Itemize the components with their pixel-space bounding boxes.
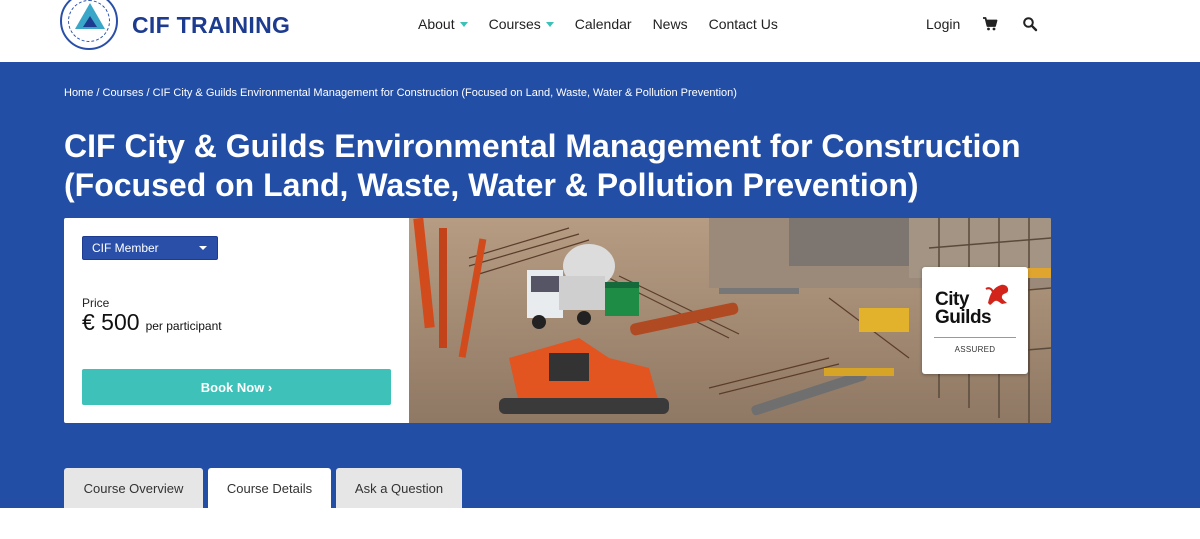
- page-title: CIF City & Guilds Environmental Manageme…: [64, 128, 1021, 203]
- breadcrumb-separator: /: [143, 87, 153, 99]
- nav-item-courses[interactable]: Courses: [489, 16, 554, 32]
- breadcrumb-separator: /: [93, 87, 103, 99]
- breadcrumb-courses[interactable]: Courses: [103, 87, 144, 99]
- logo-link[interactable]: CIF TRAINING: [60, 0, 290, 50]
- member-type-value: CIF Member: [92, 241, 159, 255]
- nav-label: Courses: [488, 16, 541, 32]
- course-image: City Guilds ASSURED: [409, 218, 1051, 423]
- header-utilities: Login: [926, 16, 1062, 32]
- login-link[interactable]: Login: [926, 16, 960, 32]
- tab-ask-a-question[interactable]: Ask a Question: [336, 468, 462, 508]
- chevron-down-icon: [545, 21, 554, 27]
- main-nav: About Courses Calendar News Contact Us: [418, 16, 799, 32]
- breadcrumb-current: CIF City & Guilds Environmental Manageme…: [152, 87, 737, 99]
- lion-icon: [985, 284, 1009, 305]
- member-type-select[interactable]: CIF Member: [82, 236, 218, 260]
- cif-logo-icon: [60, 0, 118, 50]
- nav-label: Calendar: [574, 16, 632, 32]
- course-card: CIF Member Price € 500 per participant B…: [64, 218, 1051, 423]
- nav-item-about[interactable]: About: [418, 16, 468, 32]
- nav-item-news[interactable]: News: [653, 16, 688, 32]
- price-value: € 500: [82, 309, 140, 335]
- nav-item-calendar[interactable]: Calendar: [575, 16, 632, 32]
- site-header: CIF TRAINING About Courses Calendar News…: [0, 0, 1200, 62]
- course-tabs: Course Overview Course Details Ask a Que…: [64, 468, 467, 508]
- badge-line-guilds: Guilds: [935, 307, 992, 328]
- book-now-button[interactable]: Book Now ›: [82, 369, 391, 405]
- nav-label: News: [652, 16, 688, 32]
- nav-label: About: [418, 16, 455, 32]
- city-guilds-assured-badge: City Guilds ASSURED: [922, 267, 1028, 374]
- badge-divider: [934, 337, 1016, 338]
- cart-icon[interactable]: [982, 16, 998, 32]
- badge-assured-label: ASSURED: [954, 345, 996, 354]
- price-unit: per participant: [145, 319, 222, 333]
- brand-name: CIF TRAINING: [132, 11, 291, 38]
- price-label: Price: [82, 296, 110, 310]
- search-icon[interactable]: [1022, 16, 1038, 32]
- price-row: € 500 per participant: [82, 309, 222, 336]
- breadcrumb: Home / Courses / CIF City & Guilds Envir…: [64, 87, 737, 99]
- chevron-down-icon: [459, 21, 468, 27]
- nav-label: Contact Us: [708, 16, 778, 32]
- nav-item-contact[interactable]: Contact Us: [709, 16, 778, 32]
- breadcrumb-home[interactable]: Home: [64, 87, 93, 99]
- pricing-panel: CIF Member Price € 500 per participant B…: [64, 218, 409, 423]
- tab-course-details[interactable]: Course Details: [208, 468, 331, 508]
- chevron-down-icon: [199, 246, 207, 250]
- course-hero: Home / Courses / CIF City & Guilds Envir…: [0, 62, 1200, 508]
- tab-course-overview[interactable]: Course Overview: [64, 468, 203, 508]
